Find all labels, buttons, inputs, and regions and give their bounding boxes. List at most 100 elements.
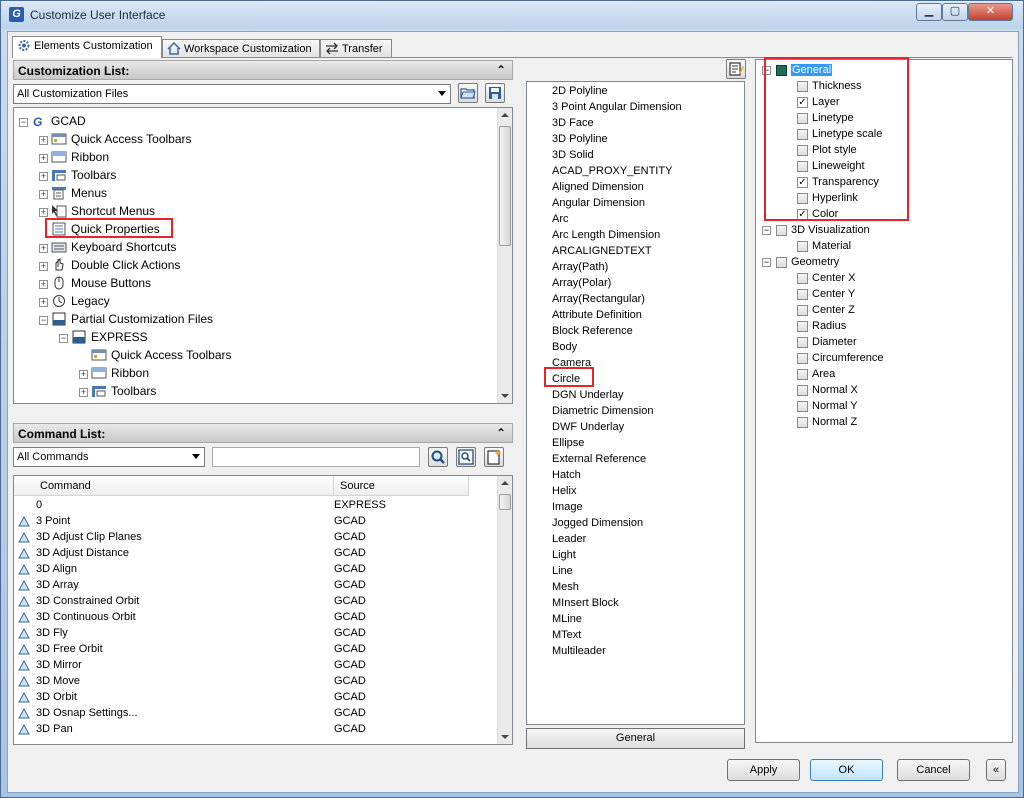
expand-toggle-icon[interactable]: +: [39, 244, 48, 253]
search-command-button[interactable]: [428, 447, 448, 467]
find-replace-button[interactable]: [456, 447, 476, 467]
object-type-item[interactable]: Helix: [552, 485, 576, 497]
tree-item[interactable]: + Ribbon: [39, 148, 109, 166]
property-checkbox[interactable]: [797, 241, 808, 252]
property-checkbox[interactable]: [797, 273, 808, 284]
table-row[interactable]: 3D Pan GCAD: [14, 722, 484, 738]
table-row[interactable]: 3D Free Orbit GCAD: [14, 642, 484, 658]
property-checkbox[interactable]: [797, 321, 808, 332]
table-row[interactable]: 3D Move GCAD: [14, 674, 484, 690]
tab-workspace-customization[interactable]: Workspace Customization: [162, 39, 320, 58]
object-type-item[interactable]: External Reference: [552, 453, 646, 465]
property-checkbox[interactable]: [797, 289, 808, 300]
expand-toggle-icon[interactable]: +: [39, 262, 48, 271]
scroll-up-icon[interactable]: [501, 113, 509, 117]
property-checkbox[interactable]: [797, 369, 808, 380]
tree-item[interactable]: Quick Access Toolbars: [79, 346, 232, 364]
object-type-item[interactable]: Ellipse: [552, 437, 584, 449]
expand-toggle-icon[interactable]: +: [39, 154, 48, 163]
group-checkbox[interactable]: [776, 225, 787, 236]
command-list-table[interactable]: Command Source 0 EXPRESS 3 Point GCAD 3D Adj…: [13, 475, 513, 745]
expand-toggle-icon[interactable]: +: [39, 208, 48, 217]
object-type-item[interactable]: Arc: [552, 213, 569, 225]
tree-item[interactable]: − EXPRESS: [59, 328, 148, 346]
tree-item[interactable]: − Partial Customization Files: [39, 310, 213, 328]
scroll-down-icon[interactable]: [501, 735, 509, 739]
property-checkbox[interactable]: [797, 385, 808, 396]
tree-item[interactable]: + Toolbars: [79, 382, 156, 400]
title-bar[interactable]: G Customize User Interface ▁ ▢ ✕: [1, 1, 1023, 29]
open-file-button[interactable]: [458, 83, 478, 103]
table-row[interactable]: 3D Osnap Settings... GCAD: [14, 706, 484, 722]
scroll-thumb[interactable]: [499, 494, 511, 510]
table-row[interactable]: 3D Constrained Orbit GCAD: [14, 594, 484, 610]
object-type-item[interactable]: Array(Polar): [552, 277, 611, 289]
collapse-chevron-icon[interactable]: ⌃: [496, 426, 506, 440]
scroll-up-icon[interactable]: [501, 481, 509, 485]
object-type-item[interactable]: Hatch: [552, 469, 581, 481]
customization-tree[interactable]: − G GCAD + Quick Access Toolbars + Ribbon + Tool…: [13, 107, 513, 404]
tree-item[interactable]: + Mouse Buttons: [39, 274, 151, 292]
object-type-item[interactable]: Attribute Definition: [552, 309, 642, 321]
column-header-command[interactable]: Command: [14, 476, 334, 496]
object-type-item[interactable]: 3D Solid: [552, 149, 594, 161]
object-type-item[interactable]: Diametric Dimension: [552, 405, 653, 417]
object-type-item[interactable]: Angular Dimension: [552, 197, 645, 209]
object-type-item[interactable]: DGN Underlay: [552, 389, 624, 401]
expand-toggle-icon[interactable]: −: [39, 316, 48, 325]
object-type-item[interactable]: Body: [552, 341, 577, 353]
command-list-header[interactable]: Command List: ⌃: [13, 423, 513, 443]
tree-scrollbar[interactable]: [497, 108, 512, 403]
object-type-list[interactable]: 2D Polyline 3 Point Angular Dimension 3D F…: [526, 81, 745, 725]
object-type-item[interactable]: ACAD_PROXY_ENTITY: [552, 165, 672, 177]
object-type-item[interactable]: Multileader: [552, 645, 606, 657]
close-button[interactable]: ✕: [968, 3, 1013, 21]
command-filter-combo[interactable]: All Commands: [13, 447, 205, 467]
object-type-item[interactable]: DWF Underlay: [552, 421, 624, 433]
object-type-item[interactable]: Array(Rectangular): [552, 293, 645, 305]
tree-item[interactable]: + Quick Access Toolbars: [39, 130, 192, 148]
tree-item[interactable]: + Legacy: [39, 292, 110, 310]
expand-toggle-icon[interactable]: +: [79, 370, 88, 379]
table-row[interactable]: 3D Mirror GCAD: [14, 658, 484, 674]
property-group-label[interactable]: 3D Visualization: [791, 224, 870, 236]
tree-item[interactable]: + Menus: [39, 184, 107, 202]
object-type-item[interactable]: Light: [552, 549, 576, 561]
customization-list-header[interactable]: Customization List: ⌃: [13, 60, 513, 80]
object-type-item[interactable]: Arc Length Dimension: [552, 229, 660, 241]
expand-toggle-icon[interactable]: +: [39, 190, 48, 199]
object-type-item[interactable]: Block Reference: [552, 325, 633, 337]
table-row[interactable]: 3D Continuous Orbit GCAD: [14, 610, 484, 626]
expand-toggle-icon[interactable]: +: [39, 172, 48, 181]
expand-toggle-icon[interactable]: +: [39, 280, 48, 289]
new-command-button[interactable]: [484, 447, 504, 467]
collapse-toggle-icon[interactable]: −: [762, 258, 771, 267]
object-type-item[interactable]: Image: [552, 501, 583, 513]
expand-toggle-icon[interactable]: +: [79, 388, 88, 397]
expand-toggle-icon[interactable]: +: [39, 298, 48, 307]
command-search-input[interactable]: [212, 447, 420, 467]
table-row[interactable]: 3D Array GCAD: [14, 578, 484, 594]
object-type-item[interactable]: 3D Polyline: [552, 133, 608, 145]
scroll-down-icon[interactable]: [501, 394, 509, 398]
object-type-item[interactable]: 2D Polyline: [552, 85, 608, 97]
command-scrollbar[interactable]: [497, 476, 512, 744]
edit-property-list-button[interactable]: [726, 59, 746, 79]
tree-item[interactable]: + Ribbon: [79, 364, 149, 382]
ok-button[interactable]: OK: [810, 759, 883, 781]
group-checkbox[interactable]: [776, 257, 787, 268]
customization-files-combo[interactable]: All Customization Files: [13, 84, 451, 104]
column-header-source[interactable]: Source: [334, 476, 469, 496]
table-row[interactable]: 3 Point GCAD: [14, 514, 484, 530]
table-row[interactable]: 3D Adjust Clip Planes GCAD: [14, 530, 484, 546]
expand-toggle-icon[interactable]: −: [19, 118, 28, 127]
object-type-item[interactable]: Jogged Dimension: [552, 517, 643, 529]
save-file-button[interactable]: [485, 83, 505, 103]
tree-item[interactable]: + Double Click Actions: [39, 256, 180, 274]
collapse-panes-button[interactable]: «: [986, 759, 1006, 781]
table-row[interactable]: 3D Align GCAD: [14, 562, 484, 578]
table-row[interactable]: 3D Orbit GCAD: [14, 690, 484, 706]
tree-item[interactable]: + Keyboard Shortcuts: [39, 238, 176, 256]
collapse-chevron-icon[interactable]: ⌃: [496, 63, 506, 77]
tree-item[interactable]: − G GCAD: [19, 112, 86, 130]
